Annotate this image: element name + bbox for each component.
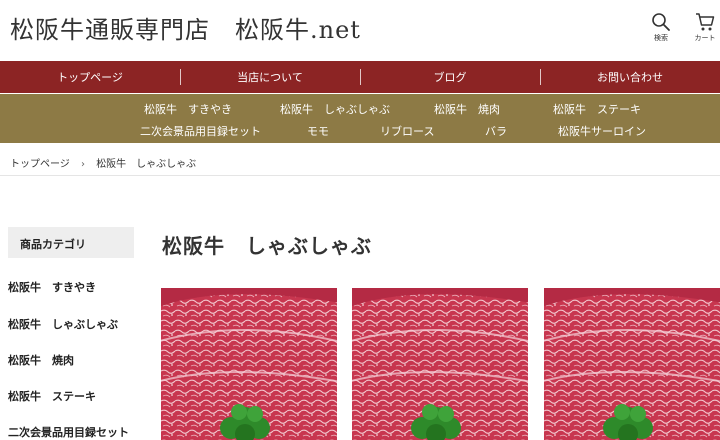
- search-icon: [652, 13, 670, 31]
- subnav-shabushabu[interactable]: 松阪牛 しゃぶしゃぶ: [280, 101, 390, 117]
- breadcrumb-separator: ›: [81, 159, 85, 170]
- product-card[interactable]: [161, 288, 337, 440]
- subnav-ribroast[interactable]: リブロース: [380, 123, 434, 139]
- subnav-yakiniku[interactable]: 松阪牛 焼肉: [434, 101, 500, 117]
- subnav-steak[interactable]: 松阪牛 ステーキ: [553, 101, 641, 117]
- subnav-gift-set[interactable]: 二次会景品用目録セット: [140, 123, 261, 139]
- category-nav: 松阪牛 すきやき 松阪牛 しゃぶしゃぶ 松阪牛 焼肉 松阪牛 ステーキ 二次会景…: [0, 94, 720, 143]
- subnav-sukiyaki[interactable]: 松阪牛 すきやき: [144, 101, 232, 117]
- breadcrumb: トップページ › 松阪牛 しゃぶしゃぶ: [10, 155, 196, 170]
- site-header: 松阪牛通販専門店 松阪牛.net 検索 カート: [0, 0, 720, 60]
- cart-button[interactable]: カート: [690, 12, 720, 43]
- subnav-sirloin[interactable]: 松阪牛サーロイン: [558, 123, 646, 139]
- site-title[interactable]: 松阪牛通販専門店 松阪牛.net: [10, 10, 361, 45]
- nav-item-top[interactable]: トップページ: [0, 61, 180, 93]
- sidebar-item-shabushabu[interactable]: 松阪牛 しゃぶしゃぶ: [8, 316, 118, 332]
- product-card[interactable]: [544, 288, 720, 440]
- sidebar-item-steak[interactable]: 松阪牛 ステーキ: [8, 388, 96, 404]
- subnav-bara[interactable]: バラ: [485, 123, 507, 139]
- cart-label: カート: [694, 34, 716, 42]
- search-button[interactable]: 検索: [646, 12, 676, 43]
- breadcrumb-current: 松阪牛 しゃぶしゃぶ: [96, 159, 197, 170]
- product-image: [161, 288, 337, 440]
- nav-item-about[interactable]: 当店について: [180, 61, 360, 93]
- product-image: [544, 288, 720, 440]
- sidebar-item-sukiyaki[interactable]: 松阪牛 すきやき: [8, 279, 96, 295]
- product-image: [352, 288, 528, 440]
- header-divider: [0, 175, 720, 176]
- page-title: 松阪牛 しゃぶしゃぶ: [162, 234, 372, 258]
- nav-item-contact[interactable]: お問い合わせ: [540, 61, 720, 93]
- cart-icon: [696, 13, 715, 31]
- sidebar-heading: 商品カテゴリ: [8, 227, 134, 258]
- nav-item-blog[interactable]: ブログ: [360, 61, 540, 93]
- product-card[interactable]: [352, 288, 528, 440]
- main-nav: トップページ 当店について ブログ お問い合わせ: [0, 61, 720, 93]
- sidebar-item-yakiniku[interactable]: 松阪牛 焼肉: [8, 352, 74, 368]
- search-label: 検索: [654, 34, 668, 42]
- sidebar-item-gift-set[interactable]: 二次会景品用目録セット: [8, 424, 129, 440]
- breadcrumb-home[interactable]: トップページ: [10, 159, 70, 170]
- subnav-momo[interactable]: モモ: [307, 123, 329, 139]
